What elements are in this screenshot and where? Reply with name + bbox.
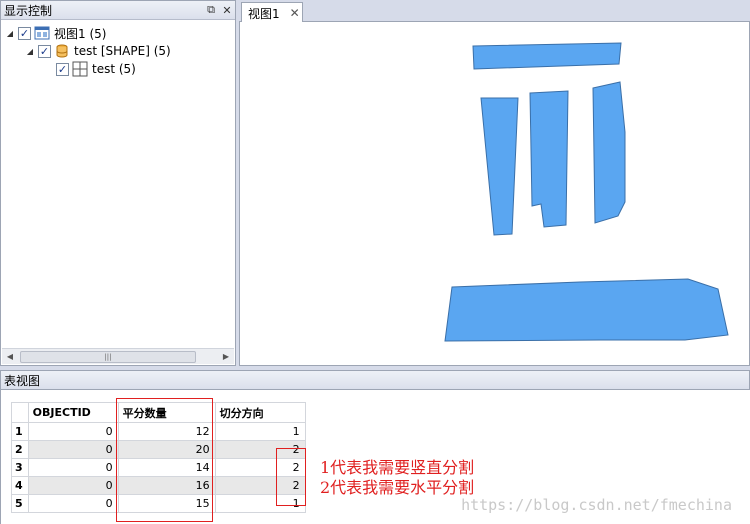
map-polygon-top[interactable]	[472, 42, 622, 70]
annotation-text: 1代表我需要竖直分割 2代表我需要水平分割	[320, 458, 474, 498]
direction-values-highlight	[276, 448, 306, 506]
tab-view1[interactable]: 视图1 ✕	[241, 2, 303, 23]
layer-checkbox[interactable]: ✓	[18, 26, 31, 40]
column-header-direction[interactable]: 切分方向	[214, 402, 306, 423]
layer-checkbox[interactable]: ✓	[38, 44, 51, 58]
display-control-header: 显示控制 ⧉ ✕	[1, 1, 235, 20]
map-polygon-vertical-3[interactable]	[592, 81, 626, 224]
row-number[interactable]: 5	[11, 494, 29, 513]
scroll-thumb[interactable]: |||	[20, 350, 196, 363]
collapse-triangle-icon[interactable]: ◢	[25, 47, 35, 56]
map-polygon-vertical-2[interactable]	[529, 90, 569, 228]
map-polygon-bottom[interactable]	[444, 278, 729, 342]
scroll-right-icon[interactable]: ▶	[218, 349, 234, 365]
grid-layer-icon	[72, 61, 88, 77]
row-number[interactable]: 4	[11, 476, 29, 495]
database-icon	[56, 44, 68, 58]
row-number[interactable]: 1	[11, 422, 29, 441]
tree-item-label: test (5)	[92, 62, 136, 76]
view-icon	[34, 26, 50, 40]
annotation-line-1: 1代表我需要竖直分割	[320, 458, 475, 477]
annotation-line-2: 2代表我需要水平分割	[320, 478, 475, 497]
map-view-panel: 视图1 ✕	[239, 0, 750, 366]
panel-title: 显示控制	[4, 3, 53, 18]
tree-item-shape[interactable]: ◢ ✓ test [SHAPE] (5)	[25, 42, 171, 60]
layer-checkbox[interactable]: ✓	[56, 62, 69, 76]
cell-objectid[interactable]: 0	[27, 422, 119, 441]
tree-item-test-layer[interactable]: ✓ test (5)	[53, 60, 136, 78]
close-icon[interactable]: ✕	[219, 4, 235, 17]
row-number-header	[11, 402, 29, 423]
pin-icon[interactable]: ⧉	[203, 3, 219, 17]
layer-tree: ◢ ✓ 视图1 (5) ◢ ✓ test [SHAPE] (5) ✓ test …	[1, 20, 235, 350]
tree-item-label: test [SHAPE] (5)	[74, 44, 171, 58]
tree-item-view1[interactable]: ◢ ✓ 视图1 (5)	[5, 24, 106, 42]
collapse-triangle-icon[interactable]: ◢	[5, 29, 15, 38]
tree-item-label: 视图1 (5)	[54, 26, 107, 41]
tab-label: 视图1	[248, 6, 280, 21]
column-header-objectid[interactable]: OBJECTID	[27, 402, 119, 423]
row-number[interactable]: 2	[11, 440, 29, 459]
cell-objectid[interactable]: 0	[27, 476, 119, 495]
cell-objectid[interactable]: 0	[27, 458, 119, 477]
view-tab-bar: 视图1 ✕	[239, 0, 750, 23]
row-number[interactable]: 3	[11, 458, 29, 477]
display-control-panel: 显示控制 ⧉ ✕ ◢ ✓ 视图1 (5) ◢ ✓ test [SHAPE] (5…	[0, 0, 236, 366]
table-view-title: 表视图	[4, 373, 41, 388]
scroll-left-icon[interactable]: ◀	[2, 349, 18, 365]
scroll-track[interactable]: |||	[18, 349, 218, 365]
scroll-grip-icon: |||	[104, 352, 112, 361]
count-column-highlight	[116, 398, 213, 522]
map-canvas[interactable]	[239, 22, 750, 366]
map-polygon-vertical-1[interactable]	[480, 97, 519, 236]
watermark: https://blog.csdn.net/fmechina	[461, 496, 732, 514]
horizontal-scrollbar[interactable]: ◀ ||| ▶	[2, 348, 234, 364]
close-tab-icon[interactable]: ✕	[290, 6, 300, 20]
map-drawing	[444, 42, 729, 342]
cell-objectid[interactable]: 0	[27, 494, 119, 513]
cell-direction[interactable]: 1	[214, 422, 306, 441]
table-view-header: 表视图	[0, 370, 750, 390]
cell-objectid[interactable]: 0	[27, 440, 119, 459]
